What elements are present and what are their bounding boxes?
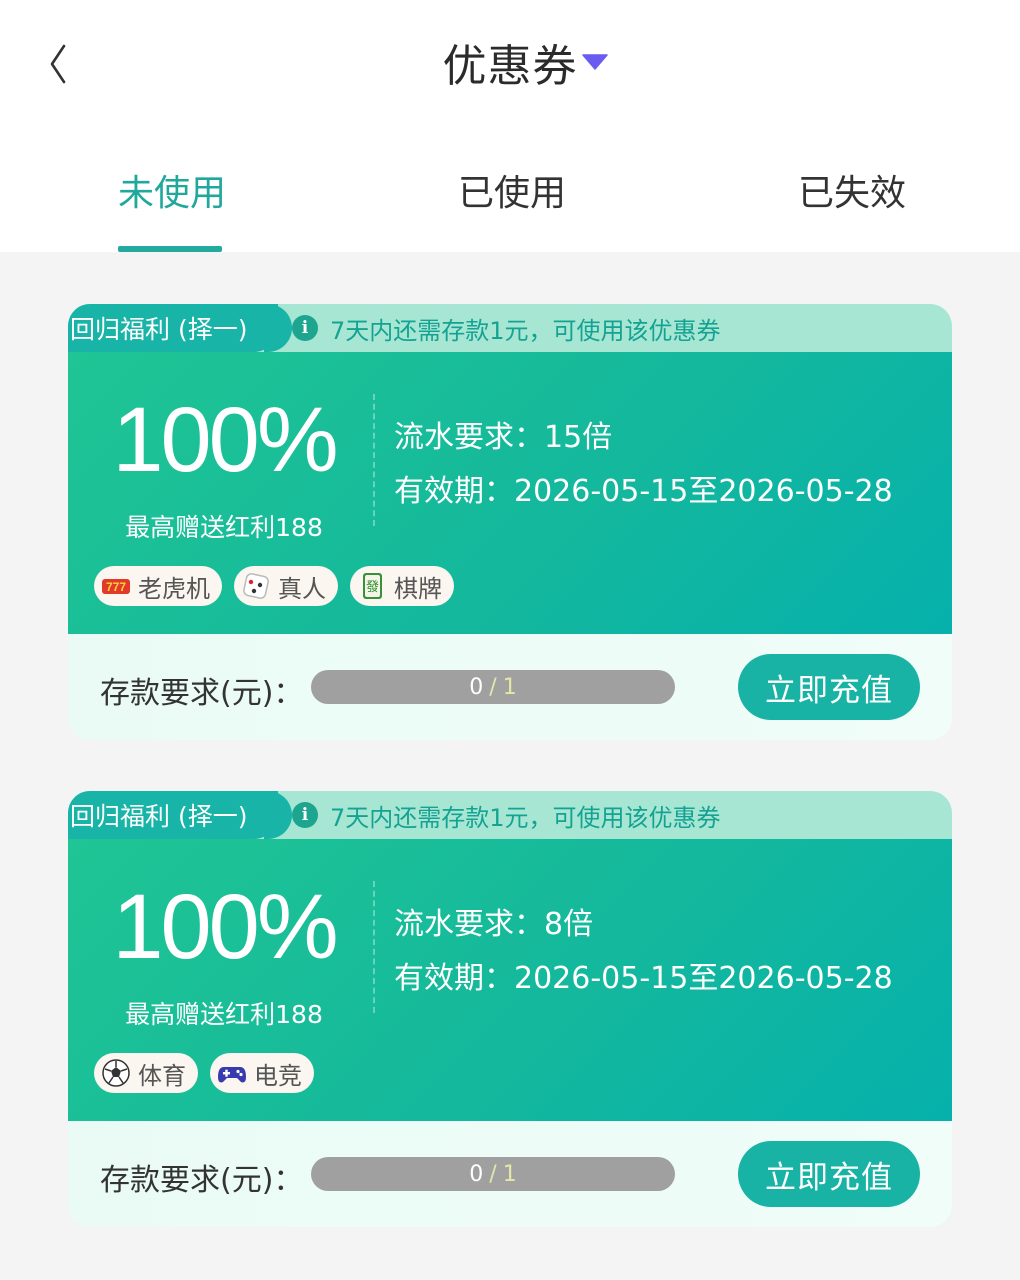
deposit-progress-bar: 0 / 1	[311, 1157, 675, 1191]
slot-machine-icon: 777	[102, 579, 130, 594]
svg-text:發: 發	[366, 580, 379, 595]
dice-icon	[243, 573, 269, 599]
coupon-card: 回归福利 (择一) i 7天内还需存款1元，可使用该优惠券 100% 最高赠送红…	[68, 791, 952, 1227]
mahjong-tile-icon: 發	[363, 573, 382, 599]
coupon-bonus: 最高赠送红利188	[125, 1000, 323, 1029]
coupon-validity: 有效期：2026-05-15至2026-05-28	[394, 474, 893, 509]
info-icon: i	[292, 802, 318, 828]
deposit-current: 0	[469, 1161, 484, 1187]
game-chip-label: 老虎机	[138, 574, 210, 603]
coupon-card-header: 回归福利 (择一) i 7天内还需存款1元，可使用该优惠券	[68, 791, 952, 839]
recharge-button[interactable]: 立即充值	[738, 654, 920, 720]
coupon-card-header: 回归福利 (择一) i 7天内还需存款1元，可使用该优惠券	[68, 304, 952, 352]
dashed-divider	[373, 394, 375, 526]
coupon-card-footer: 存款要求(元)： 0 / 1 立即充值	[68, 634, 952, 740]
game-chip-label: 体育	[138, 1061, 186, 1090]
gamepad-icon	[218, 1067, 246, 1083]
tab-unused[interactable]: 未使用	[118, 164, 226, 216]
coupon-tag: 回归福利 (择一)	[68, 791, 292, 839]
top-bar: 优惠券 未使用 已使用 已失效	[0, 0, 1020, 252]
deposit-total: 1	[502, 674, 517, 700]
deposit-separator: /	[489, 674, 497, 700]
page-title: 优惠券	[442, 41, 578, 92]
svg-text:777: 777	[106, 580, 126, 594]
coupon-turnover: 流水要求：8倍	[394, 907, 594, 942]
coupon-card-body: 100% 最高赠送红利188 流水要求：15倍 有效期：2026-05-15至2…	[68, 352, 952, 634]
deposit-total: 1	[502, 1161, 517, 1187]
tab-used[interactable]: 已使用	[458, 164, 566, 216]
tab-expired[interactable]: 已失效	[798, 164, 906, 216]
game-chip-board: 發 棋牌	[350, 566, 454, 606]
game-chip-slots: 777 老虎机	[94, 566, 222, 606]
coupon-tip: i 7天内还需存款1元，可使用该优惠券	[292, 791, 721, 839]
coupon-tip-text: 7天内还需存款1元，可使用该优惠券	[330, 316, 721, 345]
game-chip-label: 真人	[278, 574, 326, 603]
coupon-card: 回归福利 (择一) i 7天内还需存款1元，可使用该优惠券 100% 最高赠送红…	[68, 304, 952, 740]
game-chip-esports: 电竞	[210, 1053, 314, 1093]
coupon-card-footer: 存款要求(元)： 0 / 1 立即充值	[68, 1121, 952, 1227]
coupon-tip-text: 7天内还需存款1元，可使用该优惠券	[330, 803, 721, 832]
soccer-ball-icon	[102, 1059, 130, 1087]
coupon-percent: 100%	[112, 389, 338, 491]
deposit-progress-bar: 0 / 1	[311, 670, 675, 704]
dashed-divider	[373, 881, 375, 1013]
game-chip-label: 棋牌	[394, 574, 442, 603]
game-chip-sports: 体育	[94, 1053, 198, 1093]
caret-down-icon[interactable]	[582, 54, 608, 70]
game-chip-live: 真人	[234, 566, 338, 606]
deposit-separator: /	[489, 1161, 497, 1187]
info-icon: i	[292, 315, 318, 341]
deposit-requirement-label: 存款要求(元)：	[100, 1163, 304, 1198]
deposit-progress-text: 0 / 1	[311, 670, 675, 704]
recharge-button[interactable]: 立即充值	[738, 1141, 920, 1207]
deposit-requirement-label: 存款要求(元)：	[100, 676, 304, 711]
coupon-percent: 100%	[112, 876, 338, 978]
active-tab-indicator	[118, 246, 222, 252]
deposit-progress-text: 0 / 1	[311, 1157, 675, 1191]
game-chip-label: 电竞	[254, 1061, 302, 1090]
coupon-tag: 回归福利 (择一)	[68, 304, 292, 352]
game-chips: 777 老虎机 真人 發 棋牌	[94, 566, 454, 606]
coupon-turnover: 流水要求：15倍	[394, 420, 613, 455]
coupon-tip: i 7天内还需存款1元，可使用该优惠券	[292, 304, 721, 352]
coupon-card-body: 100% 最高赠送红利188 流水要求：8倍 有效期：2026-05-15至20…	[68, 839, 952, 1121]
coupon-validity: 有效期：2026-05-15至2026-05-28	[394, 961, 893, 996]
deposit-current: 0	[469, 674, 484, 700]
game-chips: 体育 电竞	[94, 1053, 314, 1093]
tab-bar: 未使用 已使用 已失效	[0, 150, 1020, 252]
coupon-bonus: 最高赠送红利188	[125, 513, 323, 542]
